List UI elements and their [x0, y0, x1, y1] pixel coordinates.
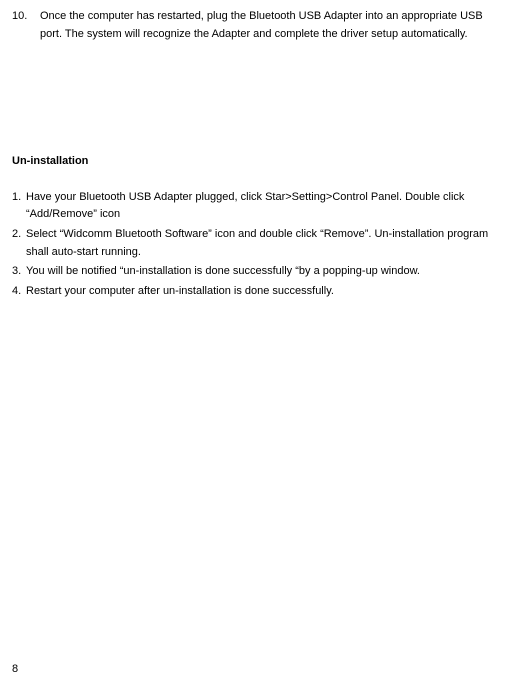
uninstall-item-text: You will be notified “un-installation is… — [26, 263, 501, 281]
uninstall-item-text: Select “Widcomm Bluetooth Software” icon… — [26, 226, 501, 261]
uninstall-heading: Un-installation — [12, 153, 501, 171]
uninstall-list: 1. Have your Bluetooth USB Adapter plugg… — [12, 189, 501, 301]
uninstall-item-number: 3. — [12, 263, 26, 281]
install-step-10: 10. Once the computer has restarted, plu… — [12, 8, 501, 43]
uninstall-item-text: Restart your computer after un-installat… — [26, 283, 501, 301]
install-step-text: Once the computer has restarted, plug th… — [40, 8, 501, 43]
uninstall-item: 4. Restart your computer after un-instal… — [12, 283, 501, 301]
uninstall-item-number: 4. — [12, 283, 26, 301]
uninstall-item: 3. You will be notified “un-installation… — [12, 263, 501, 281]
uninstall-item-number: 2. — [12, 226, 26, 261]
uninstall-item-number: 1. — [12, 189, 26, 224]
uninstall-item: 1. Have your Bluetooth USB Adapter plugg… — [12, 189, 501, 224]
install-step-number: 10. — [12, 8, 40, 43]
uninstall-item: 2. Select “Widcomm Bluetooth Software” i… — [12, 226, 501, 261]
uninstall-item-text: Have your Bluetooth USB Adapter plugged,… — [26, 189, 501, 224]
page-number: 8 — [12, 661, 18, 679]
